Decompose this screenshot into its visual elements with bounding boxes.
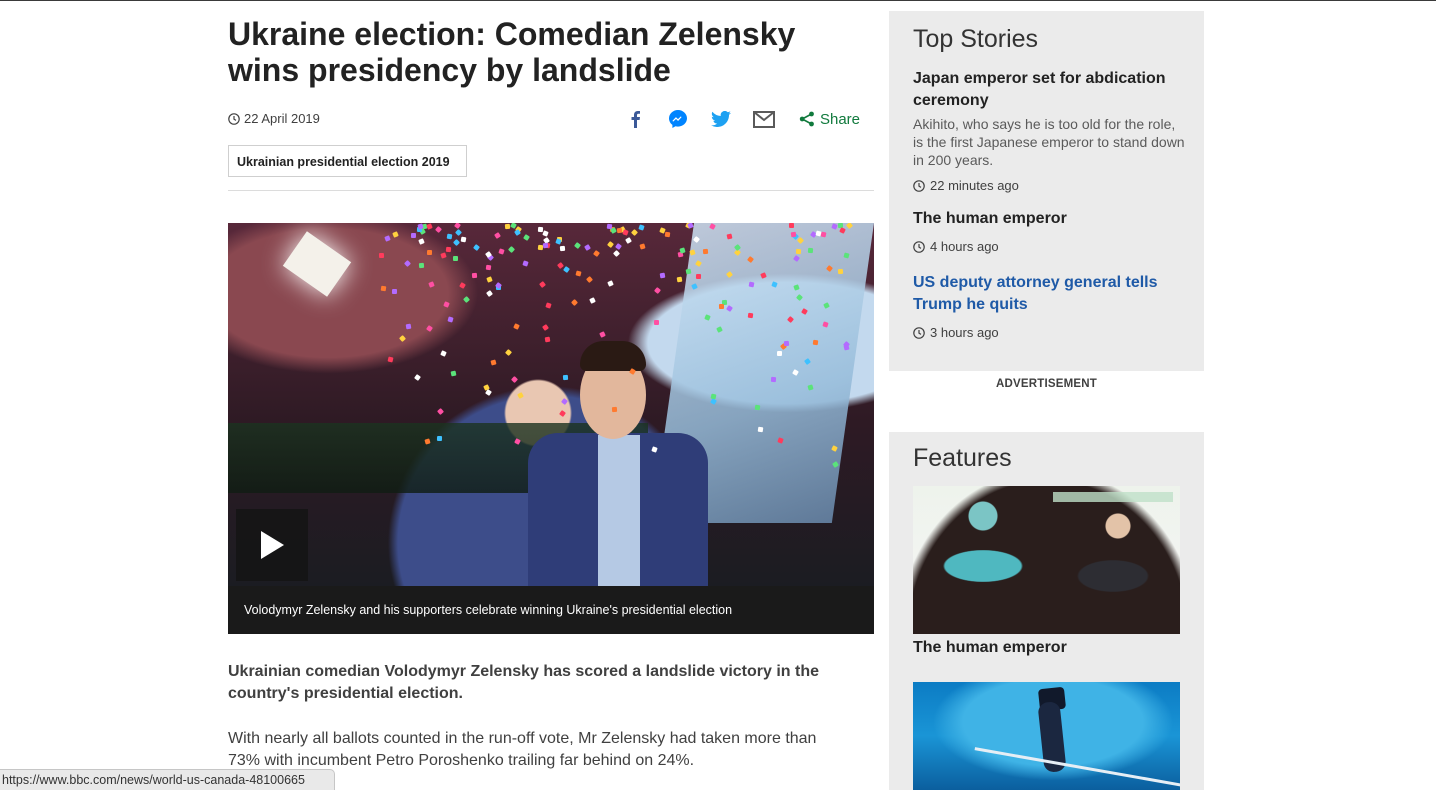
top-story-time-text: 4 hours ago <box>930 239 999 254</box>
top-story-time-text: 22 minutes ago <box>930 178 1019 193</box>
messenger-icon[interactable] <box>667 108 689 130</box>
window-top-border <box>0 0 1436 1</box>
video-player[interactable] <box>228 223 874 586</box>
confetti-piece <box>391 289 397 295</box>
clock-icon <box>913 179 925 192</box>
article-date: 22 April 2019 <box>228 111 320 126</box>
confetti-piece <box>505 223 511 229</box>
top-story-time: 3 hours ago <box>913 325 1185 340</box>
confetti-piece <box>419 262 425 268</box>
confetti-piece <box>747 312 753 319</box>
confetti-piece <box>718 304 724 310</box>
feature-image-banner <box>1053 492 1173 502</box>
confetti-piece <box>795 248 801 254</box>
share-button[interactable]: Share <box>799 111 860 128</box>
clock-icon <box>228 112 240 125</box>
email-icon[interactable] <box>752 108 775 130</box>
top-stories-panel: Top Stories Japan emperor set for abdica… <box>889 11 1204 371</box>
feature-title[interactable]: The human emperor <box>913 639 1067 657</box>
top-stories-title: Top Stories <box>913 25 1039 53</box>
confetti-piece <box>562 374 569 380</box>
share-tools: Share <box>603 108 860 130</box>
top-story-item[interactable]: US deputy attorney general tells Trump h… <box>913 272 1185 340</box>
top-story-title[interactable]: Japan emperor set for abdication ceremon… <box>913 68 1185 112</box>
play-button[interactable] <box>236 509 308 581</box>
confetti-piece <box>653 320 659 326</box>
confetti-piece <box>446 233 453 240</box>
twitter-icon[interactable] <box>710 108 732 130</box>
top-story-time: 22 minutes ago <box>913 178 1185 193</box>
confetti-piece <box>770 376 776 383</box>
top-story-time: 4 hours ago <box>913 239 1185 254</box>
confetti-piece <box>544 301 552 309</box>
share-icon <box>799 111 814 127</box>
confetti-piece <box>436 436 442 442</box>
divider <box>228 190 874 191</box>
top-story-time-text: 3 hours ago <box>930 325 999 340</box>
confetti-piece <box>696 274 702 280</box>
confetti-piece <box>664 231 671 238</box>
confetti-piece <box>612 407 618 413</box>
clock-icon <box>913 326 925 339</box>
top-story-title[interactable]: US deputy attorney general tells Trump h… <box>913 272 1185 316</box>
confetti-piece <box>776 351 782 357</box>
share-label: Share <box>819 110 860 128</box>
top-story-title[interactable]: The human emperor <box>913 208 1185 230</box>
feature-image-rope <box>974 747 1180 790</box>
top-story-item[interactable]: The human emperor 4 hours ago <box>913 208 1185 254</box>
advertisement-label: ADVERTISEMENT <box>996 378 1097 390</box>
play-icon <box>261 531 284 559</box>
confetti-piece <box>659 272 666 279</box>
confetti-piece <box>812 339 818 345</box>
confetti-piece <box>387 356 394 363</box>
topic-tag[interactable]: Ukrainian presidential election 2019 <box>228 145 467 177</box>
confetti-piece <box>427 250 433 256</box>
video-thumbnail-figure-shirt <box>598 435 640 586</box>
features-title: Features <box>913 444 1012 472</box>
confetti-piece <box>391 230 399 238</box>
video-thumbnail-figure-hair <box>580 341 646 371</box>
confetti-piece <box>542 242 548 248</box>
confetti-piece <box>537 227 544 233</box>
features-panel: Features The human emperor <box>889 432 1204 790</box>
clock-icon <box>913 240 925 253</box>
video-caption: Volodymyr Zelensky and his supporters ce… <box>228 586 874 634</box>
article-headline: Ukraine election: Comedian Zelensky wins… <box>228 16 796 88</box>
article-date-text: 22 April 2019 <box>244 111 320 126</box>
confetti-piece <box>378 252 384 258</box>
confetti-piece <box>702 248 708 254</box>
confetti-piece <box>442 300 450 308</box>
confetti-piece <box>790 231 797 237</box>
confetti-piece <box>617 227 623 233</box>
confetti-piece <box>837 269 844 275</box>
confetti-piece <box>450 370 457 377</box>
confetti-piece <box>685 268 692 275</box>
article-lede: Ukrainian comedian Volodymyr Zelensky ha… <box>228 663 820 702</box>
confetti-piece <box>460 236 467 243</box>
confetti-piece <box>544 336 551 342</box>
top-story-item[interactable]: Japan emperor set for abdication ceremon… <box>913 68 1185 193</box>
feature-image[interactable] <box>913 486 1180 634</box>
confetti-piece <box>754 404 761 411</box>
confetti-piece <box>411 233 417 239</box>
confetti-piece <box>485 264 492 271</box>
feature-image[interactable] <box>913 682 1180 790</box>
confetti-piece <box>788 223 794 229</box>
status-bar-url: https://www.bbc.com/news/world-us-canada… <box>0 769 335 790</box>
facebook-icon[interactable] <box>624 108 646 130</box>
confetti-piece <box>808 247 814 254</box>
confetti-piece <box>471 272 478 279</box>
confetti-piece <box>453 255 459 261</box>
confetti-piece <box>710 393 717 400</box>
confetti-piece <box>783 340 790 346</box>
top-story-summary: Akihito, who says he is too old for the … <box>913 116 1185 168</box>
confetti-piece <box>757 426 764 433</box>
article-paragraph: With nearly all ballots counted in the r… <box>228 730 817 769</box>
article-meta: 22 April 2019 Share <box>228 108 874 130</box>
